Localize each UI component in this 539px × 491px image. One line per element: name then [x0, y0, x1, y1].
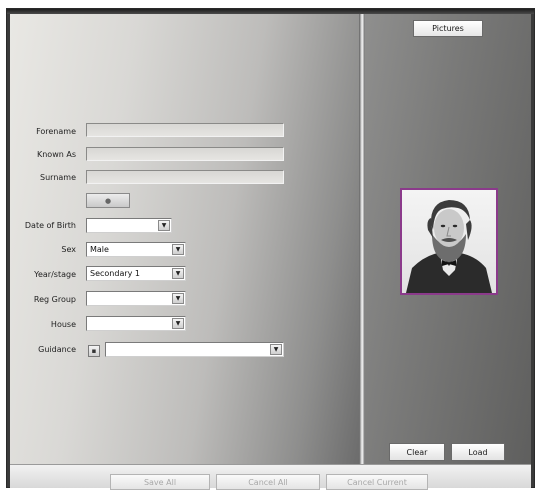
house-select[interactable]: ▼ [86, 316, 186, 331]
sex-label: Sex [61, 245, 76, 254]
portrait-image [402, 190, 496, 293]
sex-value: Male [90, 245, 109, 254]
cancel-current-label: Cancel Current [347, 477, 407, 487]
surname-label: Surname [40, 173, 76, 182]
chevron-down-icon[interactable]: ▼ [158, 220, 170, 231]
save-all-button[interactable]: Save All [110, 474, 210, 490]
dot-icon: ● [104, 196, 112, 205]
clear-picture-button[interactable]: Clear [389, 443, 445, 461]
reg-group-select[interactable]: ▼ [86, 291, 186, 306]
clear-picture-label: Clear [406, 447, 428, 457]
cancel-current-button[interactable]: Cancel Current [326, 474, 428, 490]
chevron-down-icon[interactable]: ▼ [172, 244, 184, 255]
chevron-down-icon[interactable]: ▼ [172, 293, 184, 304]
surname-options-button[interactable]: ● [86, 193, 130, 208]
year-stage-select[interactable]: Secondary 1 ▼ [86, 266, 186, 281]
sex-select[interactable]: Male ▼ [86, 242, 186, 257]
load-picture-button[interactable]: Load [451, 443, 505, 461]
cancel-all-button[interactable]: Cancel All [216, 474, 320, 490]
surname-field[interactable] [86, 170, 284, 184]
year-stage-label: Year/stage [34, 270, 76, 279]
save-all-label: Save All [143, 477, 177, 487]
student-photo [400, 188, 498, 295]
date-of-birth-picker[interactable]: ▼ [86, 218, 172, 233]
plus-icon[interactable]: ▪ [88, 345, 100, 357]
forename-field[interactable] [86, 123, 284, 137]
known-as-label: Known As [36, 150, 76, 159]
forename-label: Forename [36, 127, 76, 136]
student-details-panel [10, 14, 359, 464]
known-as-field[interactable] [86, 147, 284, 161]
chevron-down-icon[interactable]: ▼ [172, 268, 184, 279]
guidance-label: Guidance [38, 345, 76, 354]
cancel-all-label: Cancel All [248, 477, 288, 487]
tab-pictures-label: Pictures [432, 24, 464, 33]
year-stage-value: Secondary 1 [90, 269, 140, 278]
chevron-down-icon[interactable]: ▼ [172, 318, 184, 329]
house-label: House [50, 320, 76, 329]
chevron-down-icon[interactable]: ▼ [270, 344, 282, 355]
load-picture-label: Load [468, 447, 488, 457]
guidance-select[interactable]: ▼ [105, 342, 284, 357]
tab-pictures[interactable]: Pictures [413, 20, 483, 37]
date-of-birth-label: Date of Birth [24, 221, 76, 230]
reg-group-label: Reg Group [33, 295, 76, 304]
